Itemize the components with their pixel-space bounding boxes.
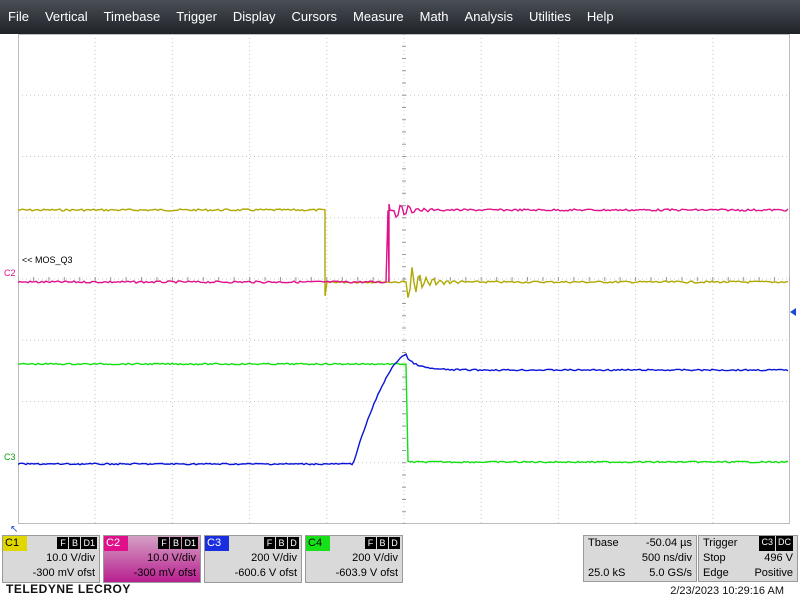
menu-trigger[interactable]: Trigger [168,0,225,34]
trigger-level-arrow-icon[interactable] [790,308,796,316]
channel-c3-vdiv: 200 V/div [251,552,297,564]
c3-level-marker[interactable]: C3 [4,452,16,462]
menu-math[interactable]: Math [412,0,457,34]
channel-c4-flags: F B D [365,537,400,549]
trigger-mode: Stop [703,552,726,564]
flag: D1 [182,537,198,549]
trigger-coupling: DC [776,536,793,551]
channel-c1-box[interactable]: C1 F B D1 10.0 V/div -300 mV ofst [2,535,100,583]
timebase-label: Tbase [588,537,619,549]
channel-c4-vdiv: 200 V/div [352,552,398,564]
channel-c2-flags: F B D1 [158,537,198,549]
waveform-display[interactable] [18,34,790,524]
timebase-rate: 5.0 GS/s [649,567,692,579]
timebase-tdiv: 500 ns/div [641,552,692,564]
channel-c3-flags: F B D [264,537,299,549]
timebase-delay: -50.04 µs [645,537,692,549]
timebase-box[interactable]: Tbase -50.04 µs 500 ns/div 25.0 kS 5.0 GS/… [583,535,697,582]
trigger-box[interactable]: Trigger C3 DC Stop 496 V Edge Positive [698,535,798,582]
flag: D [288,537,299,549]
trace-label: << MOS_Q3 [22,255,73,265]
trace-c3 [18,353,789,466]
channel-c3-name: C3 [205,536,229,551]
flag: B [276,537,287,549]
channel-c4-box[interactable]: C4 F B D 200 V/div -603.9 V ofst [305,535,403,583]
channel-c4-name: C4 [306,536,330,551]
flag: B [170,537,182,549]
channel-c1-offset: -300 mV ofst [32,567,95,579]
menu-measure[interactable]: Measure [345,0,412,34]
trigger-source: C3 [759,536,775,551]
trigger-level: 496 V [764,552,793,564]
menu-help[interactable]: Help [579,0,622,34]
channel-c1-vdiv: 10.0 V/div [46,552,95,564]
channel-c4-offset: -603.9 V ofst [335,567,398,579]
flag: D1 [81,537,97,549]
menu-bar: File Vertical Timebase Trigger Display C… [0,0,800,34]
flag: F [365,537,376,549]
channel-c3-offset: -600.6 V ofst [234,567,297,579]
channel-c3-box[interactable]: C3 F B D 200 V/div -600.6 V ofst [204,535,302,583]
flag: F [57,537,69,549]
menu-vertical[interactable]: Vertical [37,0,96,34]
timebase-samples: 25.0 kS [588,567,626,579]
channel-c2-name: C2 [104,536,128,551]
trigger-label: Trigger [703,537,738,549]
channel-info-panel: C1 F B D1 10.0 V/div -300 mV ofst C2 F B… [0,533,800,583]
c2-level-marker[interactable]: C2 [4,268,16,278]
menu-display[interactable]: Display [225,0,284,34]
channel-c2-box[interactable]: C2 F B D1 10.0 V/div -300 mV ofst [103,535,201,583]
menu-utilities[interactable]: Utilities [521,0,579,34]
channel-c2-offset: -300 mV ofst [133,567,196,579]
flag: F [264,537,275,549]
flag: B [377,537,388,549]
menu-cursors[interactable]: Cursors [284,0,346,34]
flag: B [69,537,81,549]
channel-c1-flags: F B D1 [57,537,97,549]
trigger-type: Edge [703,567,729,579]
menu-analysis[interactable]: Analysis [457,0,521,34]
channel-c1-name: C1 [3,536,27,551]
flag: D [389,537,400,549]
trace-c4 [18,362,788,464]
trace-c2 [18,203,789,284]
brand-logo: TELEDYNE LECROY [6,582,131,596]
waveform-grid [18,34,790,524]
trigger-slope: Positive [754,567,793,579]
timestamp: 2/23/2023 10:29:16 AM [670,585,784,597]
channel-c2-vdiv: 10.0 V/div [147,552,196,564]
menu-timebase[interactable]: Timebase [96,0,169,34]
flag: F [158,537,170,549]
trace-c1 [18,208,789,298]
menu-file[interactable]: File [0,0,37,34]
